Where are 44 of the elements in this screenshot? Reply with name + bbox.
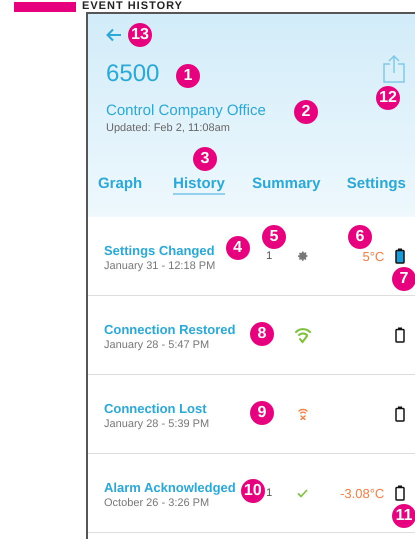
callout-marker: 3 [193, 147, 217, 171]
gear-icon [296, 250, 309, 262]
device-name: 6500 [106, 60, 160, 88]
tab[interactable]: Settings [346, 175, 406, 195]
temperature: -3.08°C [339, 486, 384, 500]
location-name: Control Company Office [106, 102, 266, 119]
callout-marker: 8 [250, 322, 274, 346]
event-time: January 28 - 5:39 PM [104, 418, 210, 430]
event-time: January 28 - 5:47 PM [104, 339, 210, 351]
callout-marker: 12 [376, 86, 400, 110]
event-title: Alarm Acknowledged [104, 480, 236, 495]
event-count: 1 [265, 250, 274, 262]
back-arrow-icon[interactable] [106, 28, 122, 42]
event-time: October 26 - 3:26 PM [104, 497, 210, 509]
callout-marker: 6 [348, 225, 372, 249]
event-title: Settings Changed [104, 243, 215, 258]
tab[interactable]: Graph [98, 175, 142, 195]
callout-marker: 2 [294, 100, 318, 124]
tab[interactable]: Summary [252, 175, 320, 195]
event-time: January 31 - 12:18 PM [104, 260, 216, 272]
event-title: Connection Restored [104, 322, 236, 337]
callout-marker: 1 [176, 64, 200, 88]
callout-marker: 5 [262, 225, 286, 249]
callout-marker: 4 [226, 236, 250, 260]
event-row[interactable]: Connection Lost January 28 - 5:39 PM 9 [88, 375, 415, 454]
event-row[interactable]: Alarm Acknowledged October 26 - 3:26 PM 10 1 -3.08°C 11 [88, 454, 415, 533]
event-title: Connection Lost [104, 401, 207, 416]
callout-marker: 9 [250, 401, 274, 425]
event-row[interactable]: Connection Restored January 28 - 5:47 PM 8 [88, 296, 415, 375]
share-icon[interactable] [383, 55, 405, 83]
updated-time: Updated: Feb 2, 11:08am [106, 122, 231, 134]
wifi-error-icon [298, 408, 308, 420]
tab[interactable]: History [173, 175, 225, 195]
page-heading: EVENT HISTORY [82, 1, 184, 12]
event-count: 1 [265, 487, 274, 499]
check-icon [297, 488, 308, 498]
event-row[interactable]: Settings Changed January 31 - 12:18 PM 4 1 5 5°C 6 7 [88, 217, 415, 296]
callout-marker: 10 [240, 479, 265, 503]
callout-marker: 11 [392, 504, 415, 528]
label-badge [14, 2, 76, 12]
wifi-check-icon [294, 326, 312, 344]
temperature: 5°C [361, 248, 384, 264]
callout-marker: 13 [128, 23, 152, 47]
callout-marker: 7 [392, 267, 415, 291]
